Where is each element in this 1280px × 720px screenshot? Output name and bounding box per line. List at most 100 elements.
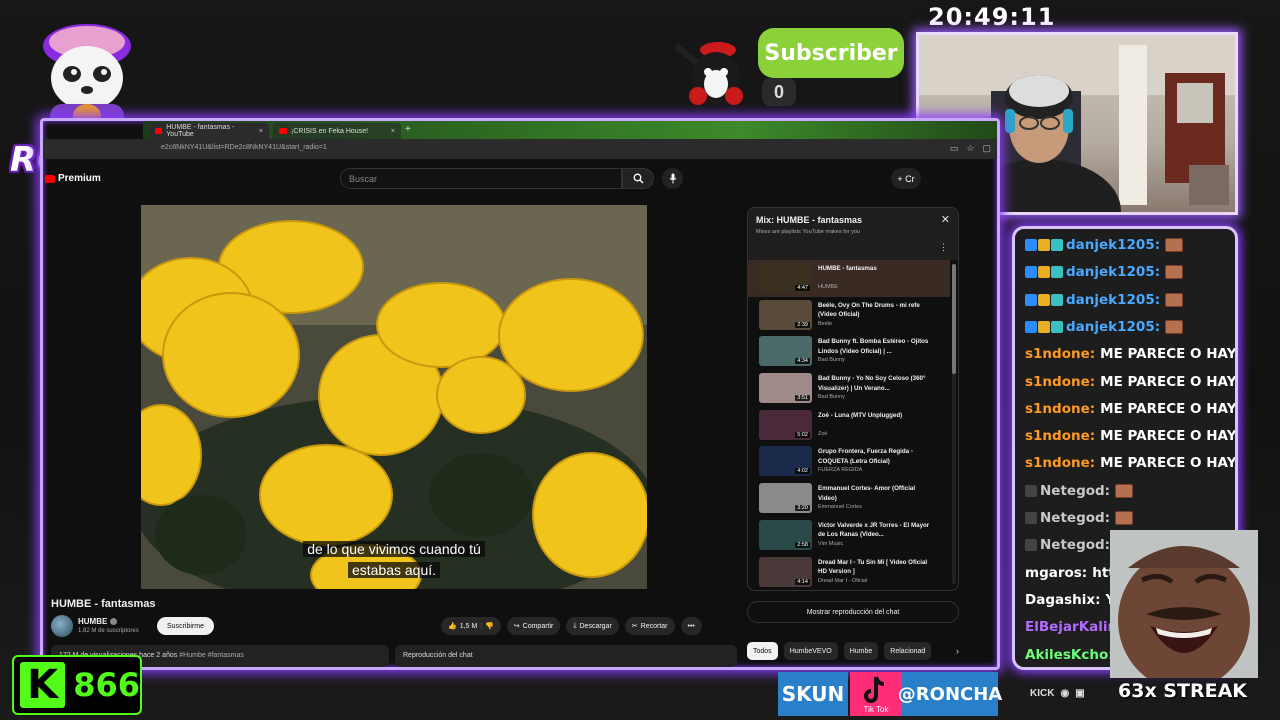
extension-icon[interactable]: ▢	[982, 143, 991, 154]
verified-check-icon	[110, 618, 118, 625]
playlist-scrollbar[interactable]	[952, 264, 956, 584]
chat-replay-bar[interactable]: Reproducción del chat	[395, 645, 737, 667]
bottom-social-bar: SKUN Tik Tok @RONCHA KICK ◉ ▣ 63x STREAK	[778, 672, 1280, 720]
user-badges	[1025, 293, 1063, 306]
cast-icon[interactable]: ▭	[950, 143, 959, 154]
video-thumbnail[interactable]: 3:20	[759, 483, 812, 514]
chat-emote-icon	[1115, 511, 1134, 525]
plus-icon: +	[897, 173, 903, 184]
video-duration: 4:47	[795, 285, 810, 291]
download-button[interactable]: ⤓ Descargar	[566, 617, 619, 635]
playlist-title: Mix: HUMBE - fantasmas	[756, 215, 863, 225]
video-thumbnail[interactable]: 4:14	[759, 556, 812, 587]
chat-message: s1ndone: ME PARECE O HAY	[1025, 451, 1235, 475]
chat-emote-icon	[1165, 265, 1184, 280]
filter-chip[interactable]: Relacionad	[884, 642, 932, 660]
playlist-item[interactable]: 2:58 Victor Valverde x JR Torres - El May…	[748, 517, 950, 554]
thumbs-up-icon: 👍	[448, 623, 457, 630]
download-label: Descargar	[579, 622, 612, 630]
playlist-subtitle: Mixes are playlists YouTube makes for yo…	[756, 229, 861, 235]
channel-name[interactable]: HUMBE	[78, 617, 118, 626]
badge-icon	[1038, 239, 1050, 251]
thumbs-down-icon[interactable]: 👎	[485, 622, 494, 630]
playlist-item-channel: Zoé	[818, 430, 828, 437]
close-icon[interactable]: ✕	[941, 213, 950, 226]
search-icon	[633, 173, 643, 184]
create-label: Cr	[905, 173, 915, 184]
playlist-item-title: Zoé - Luna (MTV Unplugged)	[818, 411, 903, 419]
youtube-premium-logo[interactable]: Premium	[45, 173, 101, 184]
youtube-logo-icon	[45, 174, 55, 183]
badge-icon	[1025, 266, 1037, 279]
user-badges	[1025, 484, 1037, 497]
search-input[interactable]: Buscar	[340, 168, 622, 189]
more-vertical-icon[interactable]: ⋮	[939, 242, 948, 253]
playlist-item-channel: FUERZA REGIDA	[818, 467, 863, 474]
youtube-favicon-icon	[279, 128, 287, 134]
show-chat-replay-button[interactable]: Mostrar reproducción del chat	[747, 601, 959, 623]
kick-logo-icon: K	[20, 662, 66, 708]
voice-search-button[interactable]	[662, 168, 683, 189]
playlist-item[interactable]: 4:34 Bad Bunny ft. Bomba Estéreo - Ojitos…	[748, 333, 950, 370]
tab-youtube[interactable]: HUMBE - fantasmas - YouTube ×	[149, 123, 269, 139]
close-tab-icon[interactable]: ×	[259, 128, 263, 135]
tab-feka-house[interactable]: ¡CRISIS en Feka House! ×	[273, 123, 401, 139]
tiktok-badge: Tik Tok	[850, 672, 902, 716]
scrollbar-thumb[interactable]	[952, 264, 956, 374]
chat-username: Dagashix:	[1025, 591, 1101, 608]
filter-chip[interactable]: Todos	[747, 642, 778, 660]
clip-label: Recortar	[640, 622, 668, 630]
playlist-item-channel: Bad Bunny	[818, 357, 845, 364]
like-button[interactable]: 👍 1,5 M | 👎	[441, 617, 501, 635]
filter-chip[interactable]: Humbe	[843, 642, 879, 660]
video-thumbnail[interactable]: 2:39	[759, 299, 812, 330]
new-tab-icon[interactable]: +	[405, 124, 411, 135]
channel-avatar[interactable]	[51, 615, 73, 637]
scissors-icon: ✂	[631, 623, 638, 630]
video-thumbnail[interactable]: 4:47	[759, 263, 812, 293]
more-actions-button[interactable]: •••	[680, 617, 702, 635]
chat-message: s1ndone: ME PARECE O HAY	[1025, 397, 1235, 421]
video-player[interactable]: de lo que vivimos cuando tú estabas aquí…	[141, 205, 647, 589]
premium-label: Premium	[58, 173, 101, 184]
video-duration: 4:14	[795, 578, 810, 585]
playlist-item[interactable]: 3:20 Emmanuel Cortes- Amor (Official Vide…	[748, 480, 950, 517]
close-tab-icon[interactable]: ×	[391, 128, 395, 135]
subscriber-count: 1,82 M de suscriptores	[78, 628, 139, 634]
chat-username: danjek1205:	[1066, 237, 1161, 253]
playlist-item[interactable]: 4:47 HUMBE - fantasmas HUMBE	[748, 260, 950, 297]
chat-emote-icon	[1165, 238, 1184, 252]
chat-username: s1ndone:	[1025, 373, 1096, 390]
video-thumbnail[interactable]: 4:02	[759, 446, 812, 477]
playlist-item-channel: Dread Mar I - Oficial	[818, 577, 868, 584]
playlist-item[interactable]: 3:51 Bad Bunny - Yo No Soy Celoso (360° V…	[748, 370, 950, 407]
playlist-item[interactable]: 5:02 Zoé - Luna (MTV Unplugged) Zoé	[748, 407, 950, 444]
playlist-item[interactable]: 2:39 Beéle, Ovy On The Drums - mi refe (V…	[748, 297, 950, 334]
subscribe-button[interactable]: Suscribirme	[157, 617, 214, 635]
video-thumbnail[interactable]: 3:51	[759, 373, 812, 404]
chat-emote-icon	[1165, 319, 1184, 334]
chat-username: s1ndone:	[1025, 346, 1096, 363]
microphone-icon	[669, 173, 676, 184]
playlist-item[interactable]: 4:14 Dread Mar I - Tu Sin Mi [ Video Ofic…	[748, 554, 950, 591]
share-button[interactable]: ↪ Compartir	[506, 617, 561, 635]
address-bar[interactable]: e2c8NkNY41U&list=RDe2c8NkNY41U&start_rad…	[43, 139, 997, 159]
playlist-item-title: Grupo Frontera, Fuerza Regida - COQUETA …	[818, 448, 913, 465]
search-button[interactable]	[622, 168, 654, 189]
clip-button[interactable]: ✂ Recortar	[624, 617, 675, 635]
user-badges	[1025, 320, 1063, 333]
create-button[interactable]: + Cr	[891, 168, 921, 189]
skun-label: SKUN	[778, 672, 848, 716]
playlist-item[interactable]: 4:02 Grupo Frontera, Fuerza Regida - COQU…	[748, 443, 950, 480]
video-duration: 5:02	[795, 431, 810, 438]
share-label: Compartir	[522, 622, 554, 630]
video-thumbnail[interactable]: 5:02	[759, 409, 812, 440]
video-actions: 👍 1,5 M | 👎 ↪ Compartir ⤓ Descargar ✂ Re…	[441, 617, 702, 635]
filter-chip[interactable]: HumbeVEVO	[783, 642, 838, 660]
video-thumbnail[interactable]: 4:34	[759, 336, 812, 367]
bookmark-star-icon[interactable]: ☆	[966, 143, 974, 154]
hashtags[interactable]: #Humbe #fantasmas	[179, 652, 244, 659]
chevron-right-icon[interactable]: ›	[956, 646, 959, 656]
chat-username: danjek1205:	[1066, 264, 1161, 281]
video-thumbnail[interactable]: 2:58	[759, 519, 812, 550]
